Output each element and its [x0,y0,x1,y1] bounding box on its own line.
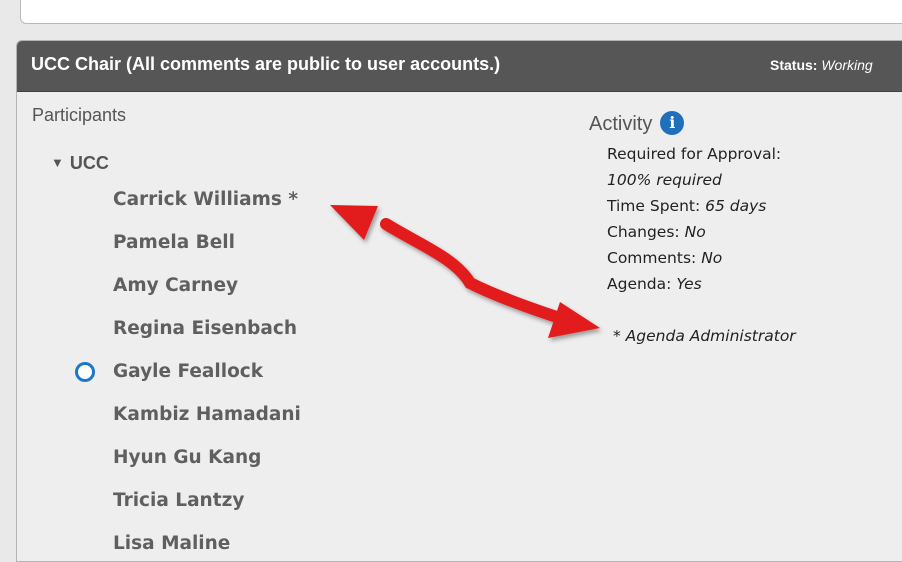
agenda-administrator-note: * Agenda Administrator [613,327,796,345]
time-spent-row: Time Spent: 65 days [607,197,766,215]
required-for-approval-value: 100% required [607,171,722,189]
agenda-value: Yes [676,275,702,293]
participants-heading: Participants [32,105,127,125]
participant-regina-eisenbach[interactable]: Regina Eisenbach [113,318,297,339]
changes-value: No [684,223,706,241]
changes-row: Changes: No [607,223,706,241]
activity-heading: Activity i [589,111,685,136]
open-circle-icon [75,362,95,382]
review-panel: UCC Chair (All comments are public to us… [16,40,902,562]
participant-hyun-gu-kang[interactable]: Hyun Gu Kang [113,447,261,468]
status-label: Status: [770,57,818,73]
participant-lisa-maline[interactable]: Lisa Maline [113,533,230,554]
agenda-label: Agenda: [607,275,672,293]
required-for-approval-label: Required for Approval: [607,145,782,163]
participant-tricia-lantzy[interactable]: Tricia Lantzy [113,490,244,511]
participant-carrick-williams[interactable]: Carrick Williams * [113,189,298,210]
panel-header: UCC Chair (All comments are public to us… [17,41,902,92]
group-toggle-ucc[interactable]: ▼ UCC [51,153,109,174]
info-icon[interactable]: i [660,111,685,135]
group-name: UCC [69,153,109,173]
comments-label: Comments: [607,249,697,267]
previous-panel-edge [20,0,902,24]
agenda-row: Agenda: Yes [607,275,702,293]
time-spent-label: Time Spent: [607,197,701,215]
participant-amy-carney[interactable]: Amy Carney [113,275,238,296]
time-spent-value: 65 days [705,197,767,215]
panel-title: UCC Chair (All comments are public to us… [31,54,501,74]
participant-pamela-bell[interactable]: Pamela Bell [113,232,235,253]
activity-title: Activity [589,113,653,135]
comments-value: No [701,249,723,267]
participant-gayle-feallock[interactable]: Gayle Feallock [113,361,263,382]
panel-status: Status: Working [770,57,873,73]
triangle-down-icon: ▼ [51,155,64,170]
changes-label: Changes: [607,223,680,241]
comments-row: Comments: No [607,249,722,267]
participant-kambiz-hamadani[interactable]: Kambiz Hamadani [113,404,301,425]
status-value: Working [821,57,873,73]
